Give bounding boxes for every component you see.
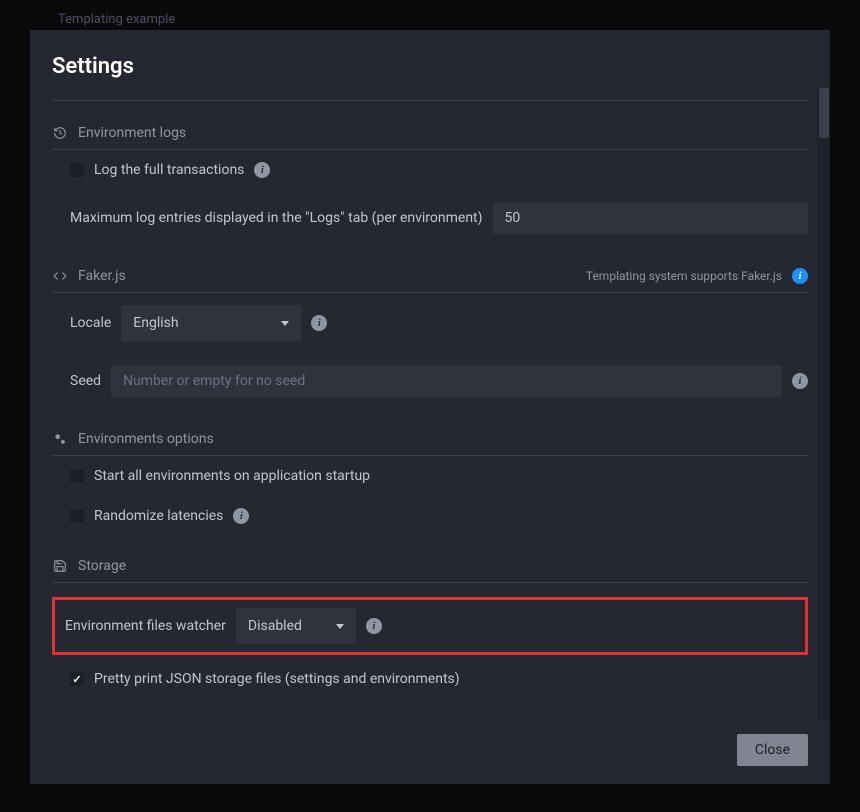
- modal-title: Settings: [52, 54, 808, 79]
- info-icon[interactable]: i: [254, 162, 270, 178]
- locale-select[interactable]: English: [121, 305, 301, 341]
- pretty-print-label: Pretty print JSON storage files (setting…: [94, 671, 460, 687]
- section-title: Environment logs: [78, 125, 186, 141]
- gears-icon: [52, 431, 68, 447]
- backdrop-tab-label: Templating example: [58, 12, 175, 27]
- save-icon: [52, 558, 68, 574]
- section-title: Environments options: [78, 431, 214, 447]
- section-storage: Storage: [52, 550, 808, 583]
- storage-highlight: Environment files watcher Disabled i: [52, 597, 808, 655]
- code-icon: [52, 268, 68, 284]
- chevron-down-icon: [336, 624, 344, 629]
- seed-row: Seed i: [52, 353, 808, 409]
- info-icon[interactable]: i: [792, 373, 808, 389]
- files-watcher-select[interactable]: Disabled: [236, 608, 356, 644]
- locale-label: Locale: [70, 315, 111, 331]
- randomize-latencies-row: Randomize latencies i: [52, 496, 808, 536]
- log-full-transactions-label: Log the full transactions: [94, 162, 244, 178]
- scrollbar-thumb[interactable]: [819, 88, 829, 138]
- log-full-transactions-checkbox[interactable]: [70, 163, 84, 177]
- section-title: Faker.js: [78, 268, 126, 284]
- files-watcher-label: Environment files watcher: [65, 618, 226, 634]
- info-icon[interactable]: i: [366, 618, 382, 634]
- faker-supports-label: Templating system supports Faker.js: [586, 269, 782, 283]
- locale-row: Locale English i: [52, 293, 808, 353]
- files-watcher-value: Disabled: [248, 618, 302, 634]
- modal-header: Settings: [30, 30, 830, 91]
- history-icon: [52, 125, 68, 141]
- pretty-print-row: Pretty print JSON storage files (setting…: [52, 659, 808, 699]
- section-environment-logs: Environment logs: [52, 117, 808, 150]
- info-icon[interactable]: i: [233, 508, 249, 524]
- start-all-checkbox[interactable]: [70, 469, 84, 483]
- start-all-row: Start all environments on application st…: [52, 456, 808, 496]
- modal-footer: Close: [30, 718, 830, 784]
- previous-section-cutoff: [52, 91, 808, 101]
- max-log-label: Maximum log entries displayed in the "Lo…: [70, 210, 483, 226]
- modal-body: Environment logs Log the full transactio…: [30, 91, 830, 718]
- randomize-latencies-checkbox[interactable]: [70, 509, 84, 523]
- locale-value: English: [133, 315, 178, 331]
- section-title: Storage: [78, 558, 126, 574]
- scrollbar-track[interactable]: [818, 88, 830, 720]
- pretty-print-checkbox[interactable]: [70, 672, 84, 686]
- seed-label: Seed: [70, 373, 101, 389]
- close-button[interactable]: Close: [737, 734, 808, 766]
- max-log-entries-row: Maximum log entries displayed in the "Lo…: [52, 190, 808, 246]
- settings-modal: Settings Environment logs Log the full t…: [30, 30, 830, 784]
- info-icon[interactable]: i: [311, 315, 327, 331]
- chevron-down-icon: [281, 321, 289, 326]
- section-fakerjs: Faker.js Templating system supports Fake…: [52, 260, 808, 293]
- seed-input[interactable]: [111, 365, 782, 397]
- log-full-transactions-row: Log the full transactions i: [52, 150, 808, 190]
- section-environments-options: Environments options: [52, 423, 808, 456]
- randomize-label: Randomize latencies: [94, 508, 223, 524]
- max-log-input[interactable]: [493, 202, 808, 234]
- start-all-label: Start all environments on application st…: [94, 468, 370, 484]
- info-icon[interactable]: i: [792, 268, 808, 284]
